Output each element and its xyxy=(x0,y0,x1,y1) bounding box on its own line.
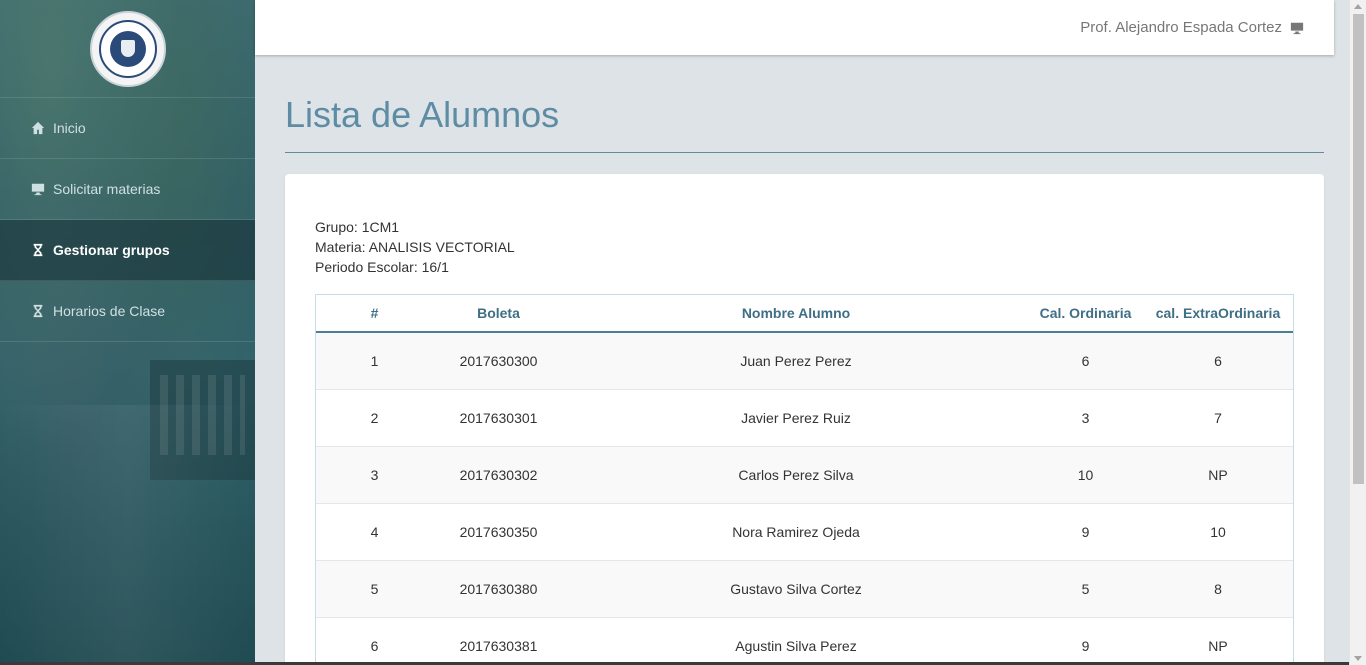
cell-number: 2 xyxy=(316,388,433,446)
sidebar-item-inicio[interactable]: Inicio xyxy=(0,98,255,159)
cell-boleta: 2017630300 xyxy=(433,331,564,389)
cell-cal-extraordinaria: 7 xyxy=(1143,388,1293,446)
cell-cal-ordinaria: 9 xyxy=(1028,502,1143,560)
period-label: Periodo Escolar: 16/1 xyxy=(315,259,449,275)
cell-cal-extraordinaria: NP xyxy=(1143,616,1293,665)
logo-area[interactable] xyxy=(0,0,255,98)
group-info: Grupo: 1CM1 Materia: ANALISIS VECTORIAL … xyxy=(315,217,515,277)
user-name[interactable]: Prof. Alejandro Espada Cortez xyxy=(1080,19,1282,36)
university-seal-logo xyxy=(89,10,166,87)
cell-nombre: Carlos Perez Silva xyxy=(564,445,1028,503)
table-row[interactable]: 5 2017630380 Gustavo Silva Cortez 5 8 xyxy=(316,559,1293,617)
cell-boleta: 2017630302 xyxy=(433,445,564,503)
home-icon xyxy=(30,120,46,136)
cell-cal-extraordinaria: NP xyxy=(1143,445,1293,503)
sidebar-item-label: Horarios de Clase xyxy=(53,303,166,319)
table-row[interactable]: 2 2017630301 Javier Perez Ruiz 3 7 xyxy=(316,388,1293,446)
table-row[interactable]: 4 2017630350 Nora Ramirez Ojeda 9 10 xyxy=(316,502,1293,560)
cell-number: 3 xyxy=(316,445,433,503)
cell-nombre: Nora Ramirez Ojeda xyxy=(564,502,1028,560)
hourglass-icon xyxy=(30,242,46,258)
sidebar-item-label: Solicitar materias xyxy=(53,181,161,197)
students-table: # Boleta Nombre Alumno Cal. Ordinaria ca… xyxy=(316,295,1293,665)
monitor-icon xyxy=(30,181,46,197)
cell-boleta: 2017630380 xyxy=(433,559,564,617)
group-label: Grupo: 1CM1 xyxy=(315,219,400,235)
cell-cal-ordinaria: 10 xyxy=(1028,445,1143,503)
cell-boleta: 2017630381 xyxy=(433,616,564,665)
hourglass-icon xyxy=(30,303,46,319)
table-header-row: # Boleta Nombre Alumno Cal. Ordinaria ca… xyxy=(316,295,1293,333)
content-card: Grupo: 1CM1 Materia: ANALISIS VECTORIAL … xyxy=(285,174,1324,665)
monitor-icon[interactable] xyxy=(1290,21,1304,35)
column-header-boleta[interactable]: Boleta xyxy=(433,295,564,333)
sidebar-background-building xyxy=(150,360,255,480)
scroll-thumb[interactable] xyxy=(1353,14,1364,484)
cell-boleta: 2017630350 xyxy=(433,502,564,560)
cell-cal-ordinaria: 9 xyxy=(1028,616,1143,665)
cell-nombre: Juan Perez Perez xyxy=(564,331,1028,389)
cell-cal-ordinaria: 3 xyxy=(1028,388,1143,446)
column-header-cal-ordinaria[interactable]: Cal. Ordinaria xyxy=(1028,295,1143,333)
scroll-up-arrow-icon[interactable] xyxy=(1354,4,1362,9)
page-scrollbar[interactable] xyxy=(1349,0,1366,665)
cell-cal-ordinaria: 5 xyxy=(1028,559,1143,617)
table-row[interactable]: 1 2017630300 Juan Perez Perez 6 6 xyxy=(316,331,1293,389)
cell-nombre: Javier Perez Ruiz xyxy=(564,388,1028,446)
cell-nombre: Agustin Silva Perez xyxy=(564,616,1028,665)
sidebar-item-gestionar-grupos[interactable]: Gestionar grupos xyxy=(0,220,255,281)
title-divider xyxy=(285,152,1324,153)
table-row[interactable]: 6 2017630381 Agustin Silva Perez 9 NP xyxy=(316,616,1293,665)
cell-boleta: 2017630301 xyxy=(433,388,564,446)
sidebar-nav: Inicio Solicitar materias Gestionar grup… xyxy=(0,98,255,342)
scroll-down-arrow-icon[interactable] xyxy=(1354,656,1362,661)
cell-cal-extraordinaria: 6 xyxy=(1143,331,1293,389)
sidebar-item-horarios-de-clase[interactable]: Horarios de Clase xyxy=(0,281,255,342)
column-header-cal-extraordinaria[interactable]: cal. ExtraOrdinaria xyxy=(1143,295,1293,333)
sidebar-item-solicitar-materias[interactable]: Solicitar materias xyxy=(0,159,255,220)
column-header-number[interactable]: # xyxy=(316,295,433,333)
top-bar: Prof. Alejandro Espada Cortez xyxy=(255,0,1334,55)
sidebar-item-label: Gestionar grupos xyxy=(53,242,170,258)
sidebar: Inicio Solicitar materias Gestionar grup… xyxy=(0,0,255,665)
cell-number: 6 xyxy=(316,616,433,665)
cell-cal-extraordinaria: 8 xyxy=(1143,559,1293,617)
students-table-wrapper: # Boleta Nombre Alumno Cal. Ordinaria ca… xyxy=(315,294,1294,665)
cell-nombre: Gustavo Silva Cortez xyxy=(564,559,1028,617)
sidebar-item-label: Inicio xyxy=(53,120,86,136)
cell-number: 4 xyxy=(316,502,433,560)
cell-number: 5 xyxy=(316,559,433,617)
page-title: Lista de Alumnos xyxy=(285,94,560,135)
cell-number: 1 xyxy=(316,331,433,389)
cell-cal-extraordinaria: 10 xyxy=(1143,502,1293,560)
column-header-nombre[interactable]: Nombre Alumno xyxy=(564,295,1028,333)
cell-cal-ordinaria: 6 xyxy=(1028,331,1143,389)
table-row[interactable]: 3 2017630302 Carlos Perez Silva 10 NP xyxy=(316,445,1293,503)
subject-label: Materia: ANALISIS VECTORIAL xyxy=(315,239,515,255)
